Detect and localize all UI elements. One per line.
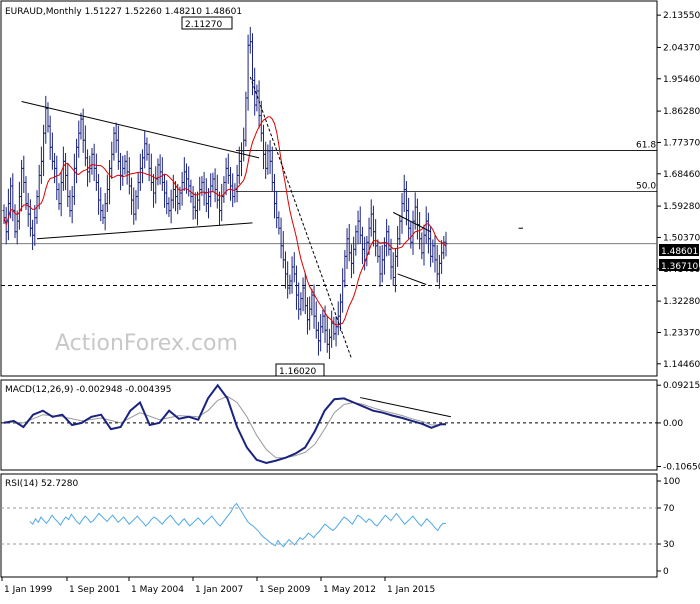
price-panel: 2.13550 2.04370 1.95460 1.86280 1.77370 1.684… <box>0 0 700 377</box>
macd-tick-label: 0.092158 <box>663 381 700 391</box>
current-price-label: 1.48601 <box>659 244 699 257</box>
price-tick-label: 1.68460 <box>663 170 700 180</box>
x-tick-label: 1 Jan 2007 <box>195 585 243 595</box>
rsi-panel: 100 70 30 0 RSI(14) 52.7280 <box>0 473 680 578</box>
x-axis: 1 Jan 1999 1 Sep 2001 1 May 2004 1 Jan 2007… <box>1 577 435 595</box>
price-tick-label: 1.14460 <box>663 360 700 370</box>
chart-root: 2.13550 2.04370 1.95460 1.86280 1.77370 1.684… <box>0 0 700 600</box>
rsi-tick-label: 30 <box>663 540 675 550</box>
price-tick-label: 1.86280 <box>663 107 700 117</box>
fib-618-label: 61.8 <box>636 140 656 150</box>
macd-panel: 0.092158 0.00 -0.106503 MACD(12,26,9) -0.0… <box>0 379 700 473</box>
macd-header: MACD(12,26,9) -0.002948 -0.004395 <box>5 385 171 395</box>
price-tick-label: 2.04370 <box>663 43 700 53</box>
price-tick-label: 1.77370 <box>663 138 700 148</box>
price-tick-label: 1.23370 <box>663 328 700 338</box>
price-header: EURAUD,Monthly 1.51227 1.52260 1.48210 1… <box>5 7 242 17</box>
price-tick-label: 1.50370 <box>663 233 700 243</box>
price-tick-label: 1.32280 <box>663 297 700 307</box>
low-annotation: 1.16020 <box>275 363 325 377</box>
svg-text:1.16020: 1.16020 <box>279 367 316 377</box>
rsi-tick-label: 100 <box>663 477 680 487</box>
svg-text:1.36710: 1.36710 <box>661 262 698 272</box>
price-y-axis: 2.13550 2.04370 1.95460 1.86280 1.77370 1.684… <box>657 11 700 370</box>
watermark: ActionForex.com <box>55 331 238 356</box>
rsi-y-axis: 100 70 30 0 <box>657 477 680 577</box>
fib-500-label: 50.0 <box>636 182 656 192</box>
support-price-label: 1.36710 <box>659 259 699 272</box>
svg-text:1.48601: 1.48601 <box>661 247 698 257</box>
x-tick-label: 1 Jan 2015 <box>387 585 435 595</box>
rsi-header: RSI(14) 52.7280 <box>5 479 78 489</box>
x-tick-label: 1 May 2012 <box>323 585 376 595</box>
x-tick-label: 1 Sep 2001 <box>69 585 120 595</box>
x-tick-label: 1 May 2004 <box>131 585 184 595</box>
price-tick-label: 2.13550 <box>663 11 700 21</box>
x-tick-label: 1 Sep 2009 <box>259 585 311 595</box>
macd-tick-label: -0.106503 <box>663 463 700 473</box>
chart-canvas: 2.13550 2.04370 1.95460 1.86280 1.77370 1.684… <box>0 0 700 595</box>
x-tick-label: 1 Jan 1999 <box>4 585 52 595</box>
macd-y-axis: 0.092158 0.00 -0.106503 <box>657 381 700 473</box>
rsi-panel-frame <box>0 473 658 578</box>
svg-text:2.11270: 2.11270 <box>185 20 222 30</box>
price-tick-label: 1.59280 <box>663 202 700 212</box>
price-panel-frame <box>0 0 658 377</box>
high-annotation: 2.11270 <box>181 16 233 30</box>
rsi-tick-label: 0 <box>663 567 669 577</box>
price-tick-label: 1.95460 <box>663 75 700 85</box>
rsi-tick-label: 70 <box>663 504 675 514</box>
macd-tick-label: 0.00 <box>663 419 683 429</box>
